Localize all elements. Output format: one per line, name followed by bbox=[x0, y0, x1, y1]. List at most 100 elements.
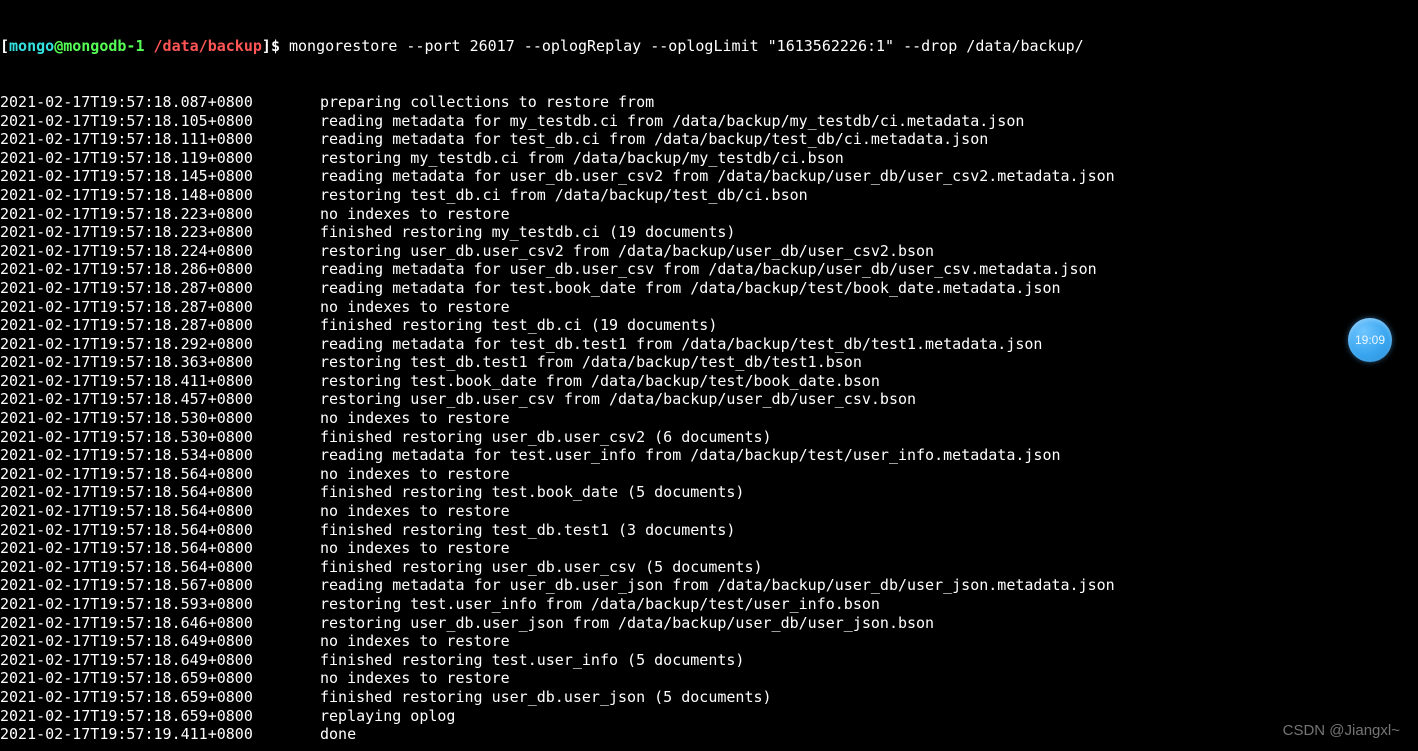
log-timestamp: 2021-02-17T19:57:18.223+0800 bbox=[0, 223, 320, 242]
log-message: reading metadata for user_db.user_csv fr… bbox=[320, 260, 1097, 278]
log-timestamp: 2021-02-17T19:57:18.224+0800 bbox=[0, 242, 320, 261]
log-message: done bbox=[320, 725, 356, 743]
log-message: reading metadata for my_testdb.ci from /… bbox=[320, 112, 1024, 130]
command: mongorestore --port 26017 --oplogReplay … bbox=[289, 37, 1084, 55]
log-line: 2021-02-17T19:57:18.564+0800finished res… bbox=[0, 558, 1418, 577]
log-line: 2021-02-17T19:57:18.564+0800no indexes t… bbox=[0, 539, 1418, 558]
log-timestamp: 2021-02-17T19:57:18.646+0800 bbox=[0, 614, 320, 633]
log-timestamp: 2021-02-17T19:57:18.145+0800 bbox=[0, 167, 320, 186]
log-line: 2021-02-17T19:57:18.363+0800restoring te… bbox=[0, 353, 1418, 372]
log-message: no indexes to restore bbox=[320, 539, 510, 557]
log-message: restoring user_db.user_json from /data/b… bbox=[320, 614, 934, 632]
log-line: 2021-02-17T19:57:18.564+0800no indexes t… bbox=[0, 465, 1418, 484]
log-timestamp: 2021-02-17T19:57:18.148+0800 bbox=[0, 186, 320, 205]
log-line: 2021-02-17T19:57:18.659+0800no indexes t… bbox=[0, 669, 1418, 688]
log-message: finished restoring user_db.user_csv (5 d… bbox=[320, 558, 763, 576]
log-message: reading metadata for user_db.user_csv2 f… bbox=[320, 167, 1115, 185]
log-message: finished restoring user_db.user_csv2 (6 … bbox=[320, 428, 772, 446]
log-message: no indexes to restore bbox=[320, 669, 510, 687]
log-message: preparing collections to restore from bbox=[320, 93, 654, 111]
log-line: 2021-02-17T19:57:18.287+0800reading meta… bbox=[0, 279, 1418, 298]
log-timestamp: 2021-02-17T19:57:18.286+0800 bbox=[0, 260, 320, 279]
log-line: 2021-02-17T19:57:18.411+0800restoring te… bbox=[0, 372, 1418, 391]
terminal-output[interactable]: [mongo@mongodb-1 /data/backup]$ mongores… bbox=[0, 0, 1418, 751]
log-line: 2021-02-17T19:57:18.145+0800reading meta… bbox=[0, 167, 1418, 186]
log-message: reading metadata for test_db.ci from /da… bbox=[320, 130, 988, 148]
prompt-space bbox=[145, 37, 154, 55]
log-line: 2021-02-17T19:57:18.530+0800finished res… bbox=[0, 428, 1418, 447]
log-message: restoring my_testdb.ci from /data/backup… bbox=[320, 149, 844, 167]
log-line: 2021-02-17T19:57:18.287+0800no indexes t… bbox=[0, 298, 1418, 317]
log-line: 2021-02-17T19:57:18.223+0800finished res… bbox=[0, 223, 1418, 242]
prompt-dollar: $ bbox=[271, 37, 280, 55]
log-timestamp: 2021-02-17T19:57:18.659+0800 bbox=[0, 688, 320, 707]
log-line: 2021-02-17T19:57:18.087+0800preparing co… bbox=[0, 93, 1418, 112]
log-timestamp: 2021-02-17T19:57:19.411+0800 bbox=[0, 725, 320, 744]
log-timestamp: 2021-02-17T19:57:18.111+0800 bbox=[0, 130, 320, 149]
log-timestamp: 2021-02-17T19:57:18.292+0800 bbox=[0, 335, 320, 354]
prompt-close-bracket: ] bbox=[262, 37, 271, 55]
command-text bbox=[280, 37, 289, 55]
log-timestamp: 2021-02-17T19:57:18.223+0800 bbox=[0, 205, 320, 224]
log-message: no indexes to restore bbox=[320, 205, 510, 223]
log-line: 2021-02-17T19:57:18.292+0800reading meta… bbox=[0, 335, 1418, 354]
log-message: restoring user_db.user_csv2 from /data/b… bbox=[320, 242, 934, 260]
log-line: 2021-02-17T19:57:18.659+0800replaying op… bbox=[0, 707, 1418, 726]
log-message: finished restoring test.user_info (5 doc… bbox=[320, 651, 744, 669]
log-line: 2021-02-17T19:57:18.287+0800finished res… bbox=[0, 316, 1418, 335]
log-line: 2021-02-17T19:57:18.111+0800reading meta… bbox=[0, 130, 1418, 149]
log-message: reading metadata for test.book_date from… bbox=[320, 279, 1061, 297]
prompt-line[interactable]: [mongo@mongodb-1 /data/backup]$ mongores… bbox=[0, 37, 1418, 56]
log-line: 2021-02-17T19:57:18.564+0800finished res… bbox=[0, 483, 1418, 502]
log-line: 2021-02-17T19:57:18.119+0800restoring my… bbox=[0, 149, 1418, 168]
log-line: 2021-02-17T19:57:18.649+0800no indexes t… bbox=[0, 632, 1418, 651]
log-timestamp: 2021-02-17T19:57:18.564+0800 bbox=[0, 502, 320, 521]
log-timestamp: 2021-02-17T19:57:18.287+0800 bbox=[0, 279, 320, 298]
log-line: 2021-02-17T19:57:18.534+0800reading meta… bbox=[0, 446, 1418, 465]
log-timestamp: 2021-02-17T19:57:18.105+0800 bbox=[0, 112, 320, 131]
clock-widget[interactable]: 19:09 bbox=[1348, 318, 1392, 362]
log-line: 2021-02-17T19:57:18.567+0800reading meta… bbox=[0, 576, 1418, 595]
log-timestamp: 2021-02-17T19:57:18.593+0800 bbox=[0, 595, 320, 614]
log-message: no indexes to restore bbox=[320, 465, 510, 483]
log-message: finished restoring user_db.user_json (5 … bbox=[320, 688, 772, 706]
log-message: no indexes to restore bbox=[320, 502, 510, 520]
log-line: 2021-02-17T19:57:18.457+0800restoring us… bbox=[0, 390, 1418, 409]
log-line: 2021-02-17T19:57:18.593+0800restoring te… bbox=[0, 595, 1418, 614]
log-message: restoring test_db.test1 from /data/backu… bbox=[320, 353, 862, 371]
log-line: 2021-02-17T19:57:18.649+0800finished res… bbox=[0, 651, 1418, 670]
log-timestamp: 2021-02-17T19:57:18.287+0800 bbox=[0, 316, 320, 335]
log-message: no indexes to restore bbox=[320, 298, 510, 316]
log-line: 2021-02-17T19:57:19.411+0800done bbox=[0, 725, 1418, 744]
clock-time: 19:09 bbox=[1355, 331, 1385, 350]
log-timestamp: 2021-02-17T19:57:18.534+0800 bbox=[0, 446, 320, 465]
log-timestamp: 2021-02-17T19:57:18.564+0800 bbox=[0, 521, 320, 540]
prompt-path: /data/backup bbox=[154, 37, 262, 55]
log-message: replaying oplog bbox=[320, 707, 455, 725]
log-line: 2021-02-17T19:57:18.223+0800no indexes t… bbox=[0, 205, 1418, 224]
log-timestamp: 2021-02-17T19:57:18.457+0800 bbox=[0, 390, 320, 409]
log-line: 2021-02-17T19:57:18.646+0800restoring us… bbox=[0, 614, 1418, 633]
log-timestamp: 2021-02-17T19:57:18.659+0800 bbox=[0, 707, 320, 726]
log-line: 2021-02-17T19:57:18.224+0800restoring us… bbox=[0, 242, 1418, 261]
log-line: 2021-02-17T19:57:18.659+0800finished res… bbox=[0, 688, 1418, 707]
log-line: 2021-02-17T19:57:18.530+0800no indexes t… bbox=[0, 409, 1418, 428]
log-message: reading metadata for user_db.user_json f… bbox=[320, 576, 1115, 594]
log-timestamp: 2021-02-17T19:57:18.564+0800 bbox=[0, 483, 320, 502]
prompt-at: @ bbox=[54, 37, 63, 55]
log-message: restoring user_db.user_csv from /data/ba… bbox=[320, 390, 916, 408]
log-message: finished restoring my_testdb.ci (19 docu… bbox=[320, 223, 735, 241]
log-line: 2021-02-17T19:57:18.564+0800no indexes t… bbox=[0, 502, 1418, 521]
log-line: 2021-02-17T19:57:18.148+0800restoring te… bbox=[0, 186, 1418, 205]
log-timestamp: 2021-02-17T19:57:18.564+0800 bbox=[0, 558, 320, 577]
log-timestamp: 2021-02-17T19:57:18.287+0800 bbox=[0, 298, 320, 317]
log-message: reading metadata for test.user_info from… bbox=[320, 446, 1061, 464]
log-message: restoring test.book_date from /data/back… bbox=[320, 372, 880, 390]
log-timestamp: 2021-02-17T19:57:18.530+0800 bbox=[0, 409, 320, 428]
log-timestamp: 2021-02-17T19:57:18.567+0800 bbox=[0, 576, 320, 595]
log-timestamp: 2021-02-17T19:57:18.087+0800 bbox=[0, 93, 320, 112]
log-timestamp: 2021-02-17T19:57:18.659+0800 bbox=[0, 669, 320, 688]
log-timestamp: 2021-02-17T19:57:18.649+0800 bbox=[0, 651, 320, 670]
log-timestamp: 2021-02-17T19:57:18.363+0800 bbox=[0, 353, 320, 372]
log-line: 2021-02-17T19:57:18.286+0800reading meta… bbox=[0, 260, 1418, 279]
